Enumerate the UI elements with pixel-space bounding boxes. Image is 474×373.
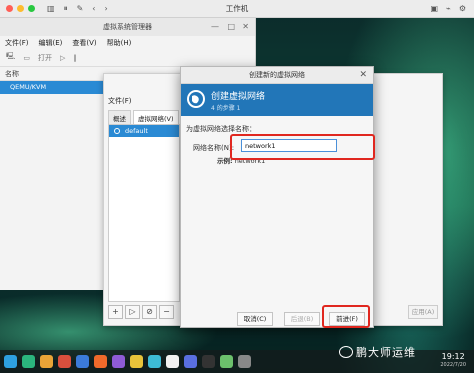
details-menu-file[interactable]: 文件(F) (108, 96, 132, 106)
browser-icon[interactable] (76, 355, 89, 368)
network-actions: + ▷ ⊘ − (108, 305, 174, 319)
network-item-label: default (125, 127, 148, 135)
clock-date: 2022/7/20 (440, 362, 466, 368)
settings-icon[interactable] (184, 355, 197, 368)
wechat-icon (339, 346, 353, 358)
dialog-titlebar: 创建新的虚拟网络 ✕ (181, 67, 373, 84)
close-icon[interactable]: ✕ (359, 67, 367, 84)
chat-icon[interactable] (148, 355, 161, 368)
photos-icon[interactable] (112, 355, 125, 368)
files-icon[interactable] (40, 355, 53, 368)
name-prompt: 为虚拟网络选择名称： (186, 125, 256, 133)
terminal-icon[interactable] (202, 355, 215, 368)
clock-time: 19:12 (441, 352, 465, 361)
notes-icon[interactable] (130, 355, 143, 368)
store-icon[interactable] (22, 355, 35, 368)
monitor-icon[interactable] (220, 355, 233, 368)
connection-row[interactable]: QEMU/KVM (0, 81, 104, 94)
network-list: default (108, 124, 180, 302)
delete-network-button[interactable]: − (159, 305, 174, 319)
host-title: 工作机 (225, 4, 249, 13)
camera-icon[interactable]: ▣ (430, 4, 438, 13)
vm-manager-toolbar: 🖳 ▭ 打开 ▷ ‖ (0, 49, 255, 67)
music-icon[interactable] (58, 355, 71, 368)
apply-button[interactable]: 应用(A) (408, 305, 438, 319)
host-titlebar: ▥ ⏸ ✎ ‹ › 工作机 ▣ ⌁ ⚙ (0, 0, 474, 18)
host-right-tools: ▣ ⌁ ⚙ (430, 4, 466, 13)
menu-file[interactable]: 文件(F) (5, 38, 29, 48)
trash-icon[interactable] (238, 355, 251, 368)
network-name-label: 网络名称(N): (193, 144, 235, 152)
create-network-dialog: 创建新的虚拟网络 ✕ 创建虚拟网络 4 的步骤 1 为虚拟网络选择名称： 网络名… (180, 66, 374, 328)
menu-help[interactable]: 帮助(H) (107, 38, 132, 48)
dialog-banner: 创建虚拟网络 4 的步骤 1 (181, 84, 373, 116)
mail-icon[interactable] (94, 355, 107, 368)
forward-highlight-box (322, 305, 370, 328)
clock[interactable]: 19:12 2022/7/20 (440, 353, 466, 369)
dialog-heading: 创建虚拟网络 (211, 92, 266, 102)
open-button[interactable]: 打开 (38, 53, 52, 63)
back-button[interactable]: 后退(B) (284, 312, 320, 326)
watermark: 鹏大师运维 (339, 344, 416, 360)
usb-icon[interactable]: ⌁ (446, 4, 451, 13)
menu-edit[interactable]: 编辑(E) (39, 38, 63, 48)
list-item[interactable]: default (109, 125, 179, 137)
watermark-text: 鹏大师运维 (356, 346, 416, 359)
vm-manager-title: 虚拟系统管理器 (103, 23, 152, 31)
run-icon[interactable]: ▷ (60, 54, 65, 62)
launcher-icon[interactable] (4, 355, 17, 368)
vm-manager-titlebar: 虚拟系统管理器 — □ ✕ (0, 18, 255, 36)
vm-manager-menubar: 文件(F) 编辑(E) 查看(V) 帮助(H) (0, 36, 255, 49)
pause-vm-icon[interactable]: ‖ (73, 54, 77, 62)
maximize-icon[interactable]: □ (227, 18, 235, 36)
globe-icon (187, 90, 205, 108)
start-network-button[interactable]: ▷ (125, 305, 140, 319)
open-icon[interactable]: ▭ (23, 54, 30, 62)
new-vm-icon[interactable]: 🖳 (6, 52, 15, 63)
add-network-button[interactable]: + (108, 305, 123, 319)
network-status-icon (114, 128, 120, 134)
dialog-step: 4 的步骤 1 (211, 105, 241, 112)
input-highlight-box (230, 134, 375, 160)
settings-icon[interactable]: ⚙ (459, 4, 466, 13)
menu-view[interactable]: 查看(V) (72, 38, 96, 48)
dialog-title: 创建新的虚拟网络 (249, 71, 305, 79)
cancel-button[interactable]: 取消(C) (237, 312, 273, 326)
calendar-icon[interactable] (166, 355, 179, 368)
stop-network-button[interactable]: ⊘ (142, 305, 157, 319)
minimize-icon[interactable]: — (211, 18, 219, 36)
close-icon[interactable]: ✕ (242, 18, 249, 36)
